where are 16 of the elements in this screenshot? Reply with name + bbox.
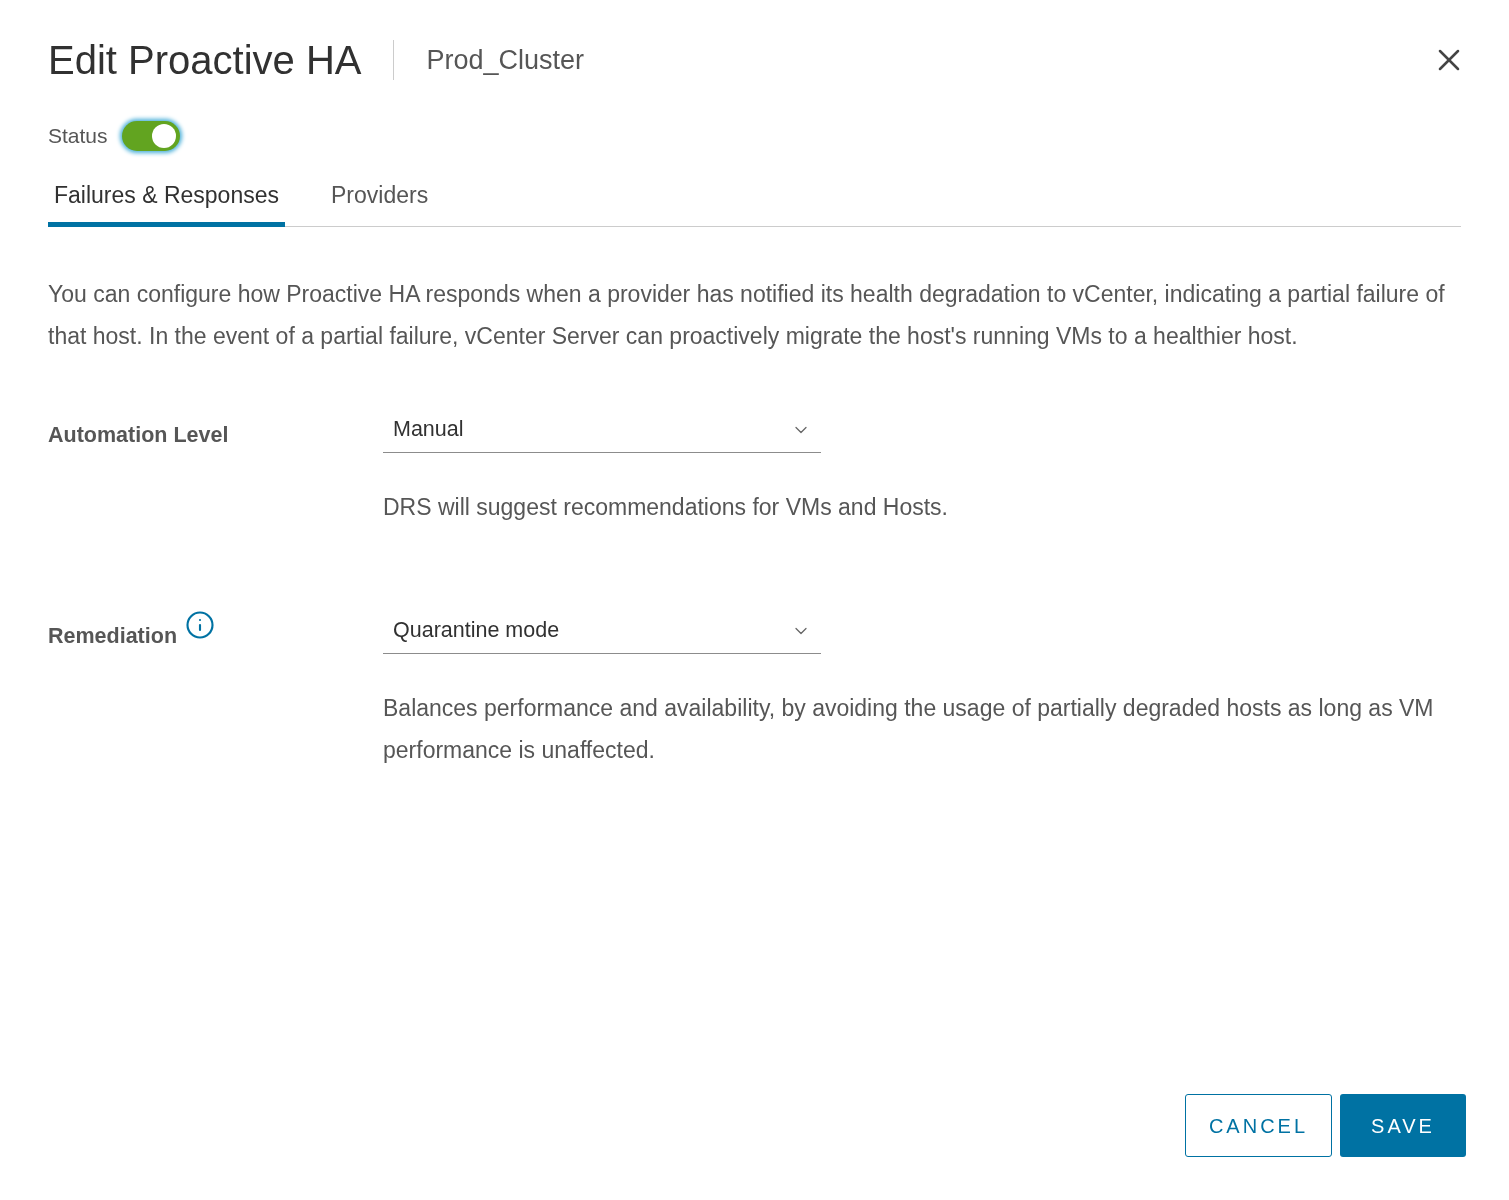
info-icon[interactable] <box>185 610 216 640</box>
dropdown[interactable]: Quarantine mode <box>383 608 821 654</box>
tab[interactable]: Failures & Responses <box>48 177 285 227</box>
cancel-button[interactable]: CANCEL <box>1185 1094 1332 1157</box>
status-label: Status <box>48 123 108 149</box>
cluster-name: Prod_Cluster <box>426 43 585 77</box>
save-button[interactable]: SAVE <box>1340 1094 1466 1157</box>
dropdown[interactable]: Manual <box>383 407 821 453</box>
field-label: Remediation <box>48 623 178 650</box>
status-toggle[interactable] <box>121 120 180 151</box>
dialog-title: Edit Proactive HA <box>48 37 362 84</box>
tab[interactable]: Providers <box>325 177 435 227</box>
field-label: Automation Level <box>48 422 229 449</box>
help-text: DRS will suggest recommendations for VMs and Hosts. <box>383 493 949 522</box>
help-text: Balances performance and availability, by avoiding the usage of partially degraded hosts as long as VM performance is unaffected. <box>383 694 1435 765</box>
description-text: You can configure how Proactive HA responds when a provider has notified its health degradation to vCenter, indicating a partial failure of that host. In the event of a partial failure, vCenter Server can proactively migrate the host's running VMs to a healthier host. <box>48 280 1446 351</box>
